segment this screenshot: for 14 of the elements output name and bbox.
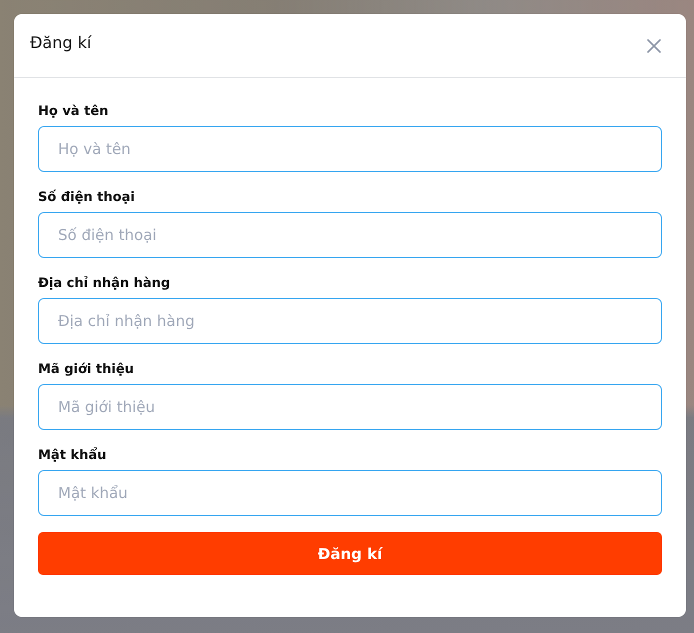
field-label: Họ và tên <box>38 103 108 121</box>
field-label: Mật khẩu <box>38 447 106 465</box>
text-field[interactable]: Mã giới thiệu <box>38 384 662 430</box>
close-button[interactable] <box>647 38 661 52</box>
field-label: Số điện thoại <box>38 189 135 207</box>
text-field[interactable]: Số điện thoại <box>38 212 662 258</box>
dialog-title: Đăng kí <box>30 33 92 52</box>
close-icon <box>647 38 661 52</box>
text-field[interactable]: Địa chỉ nhận hàng <box>38 298 662 344</box>
field-label: Địa chỉ nhận hàng <box>38 275 170 293</box>
text-field[interactable]: Họ và tên <box>38 126 662 172</box>
submit-button[interactable]: Đăng kí <box>38 532 662 575</box>
field-label: Mã giới thiệu <box>38 361 134 379</box>
text-field[interactable]: Mật khẩu <box>38 470 662 516</box>
